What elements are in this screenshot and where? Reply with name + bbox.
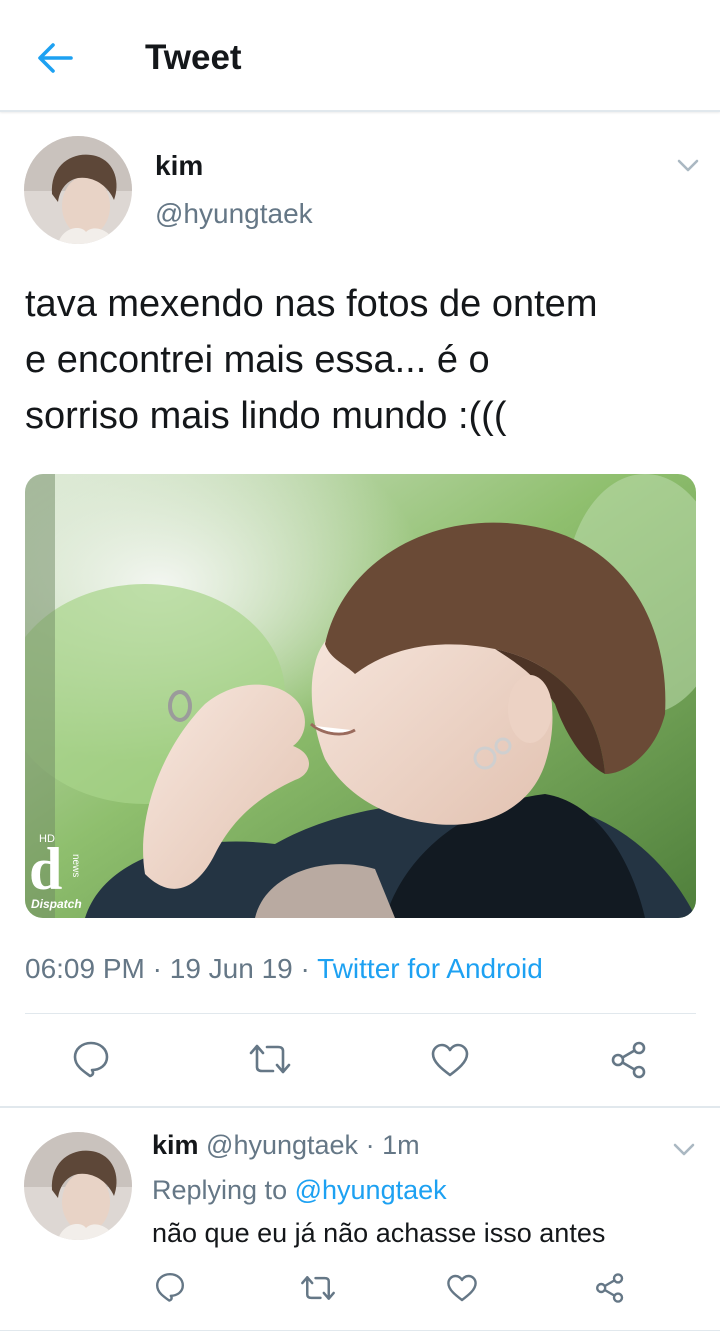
replying-to: Replying to @hyungtaek xyxy=(152,1175,447,1206)
arrow-left-icon xyxy=(38,43,73,73)
tweet-photo[interactable]: HD d news Dispatch xyxy=(25,474,696,918)
back-button[interactable] xyxy=(32,36,78,80)
like-button[interactable] xyxy=(428,1038,472,1082)
tweet-time: 06:09 PM xyxy=(25,953,145,984)
tweet-date: 19 Jun 19 xyxy=(169,953,293,984)
top-app-bar: Tweet xyxy=(0,0,720,112)
watermark-news: news xyxy=(70,854,81,877)
reply-author-handle[interactable]: @hyungtaek xyxy=(206,1130,358,1160)
replying-label: Replying to xyxy=(152,1175,288,1205)
tweet-menu-button[interactable] xyxy=(674,156,702,176)
reply-time: 1m xyxy=(382,1130,420,1160)
reply-retweet-button[interactable] xyxy=(298,1270,338,1306)
reply-like-button[interactable] xyxy=(444,1270,480,1306)
chevron-down-icon xyxy=(673,1143,695,1156)
retweet-button[interactable] xyxy=(246,1036,294,1082)
reply-icon xyxy=(73,1041,109,1078)
reply-text: não que eu já não achasse isso antes xyxy=(152,1218,606,1248)
replying-mention-link[interactable]: @hyungtaek xyxy=(295,1175,447,1205)
reply-header: kim @hyungtaek · 1m xyxy=(152,1130,420,1161)
meta-separator: · xyxy=(300,953,310,984)
share-icon xyxy=(596,1273,624,1303)
like-icon xyxy=(431,1043,469,1077)
avatar[interactable] xyxy=(24,1132,132,1240)
share-button[interactable] xyxy=(606,1038,652,1082)
reply-button[interactable] xyxy=(68,1036,114,1082)
reply-menu-button[interactable] xyxy=(670,1140,698,1160)
page-title: Tweet xyxy=(145,38,242,77)
author-handle[interactable]: @hyungtaek xyxy=(155,198,313,230)
reply-share-button[interactable] xyxy=(592,1270,628,1306)
reply-separator: · xyxy=(365,1130,375,1160)
retweet-icon xyxy=(249,1044,291,1074)
author-name[interactable]: kim xyxy=(155,150,203,182)
reply-icon xyxy=(156,1273,184,1302)
like-icon xyxy=(447,1274,477,1302)
tweet-source-link[interactable]: Twitter for Android xyxy=(317,953,543,984)
divider xyxy=(25,1013,696,1014)
reply-author-name[interactable]: kim xyxy=(152,1130,199,1160)
avatar[interactable] xyxy=(24,136,132,244)
meta-separator: · xyxy=(152,953,162,984)
watermark-letter: d xyxy=(29,836,62,902)
tweet-meta: 06:09 PM · 19 Jun 19 · Twitter for Andro… xyxy=(25,953,543,985)
retweet-icon xyxy=(301,1276,335,1300)
watermark-brand: Dispatch xyxy=(31,897,82,911)
share-icon xyxy=(611,1041,646,1079)
chevron-down-icon xyxy=(677,159,699,172)
tweet-text: tava mexendo nas fotos de ontem e encont… xyxy=(25,283,598,437)
reply-reply-button[interactable] xyxy=(152,1268,188,1306)
divider xyxy=(0,1106,720,1108)
divider xyxy=(0,1330,720,1331)
